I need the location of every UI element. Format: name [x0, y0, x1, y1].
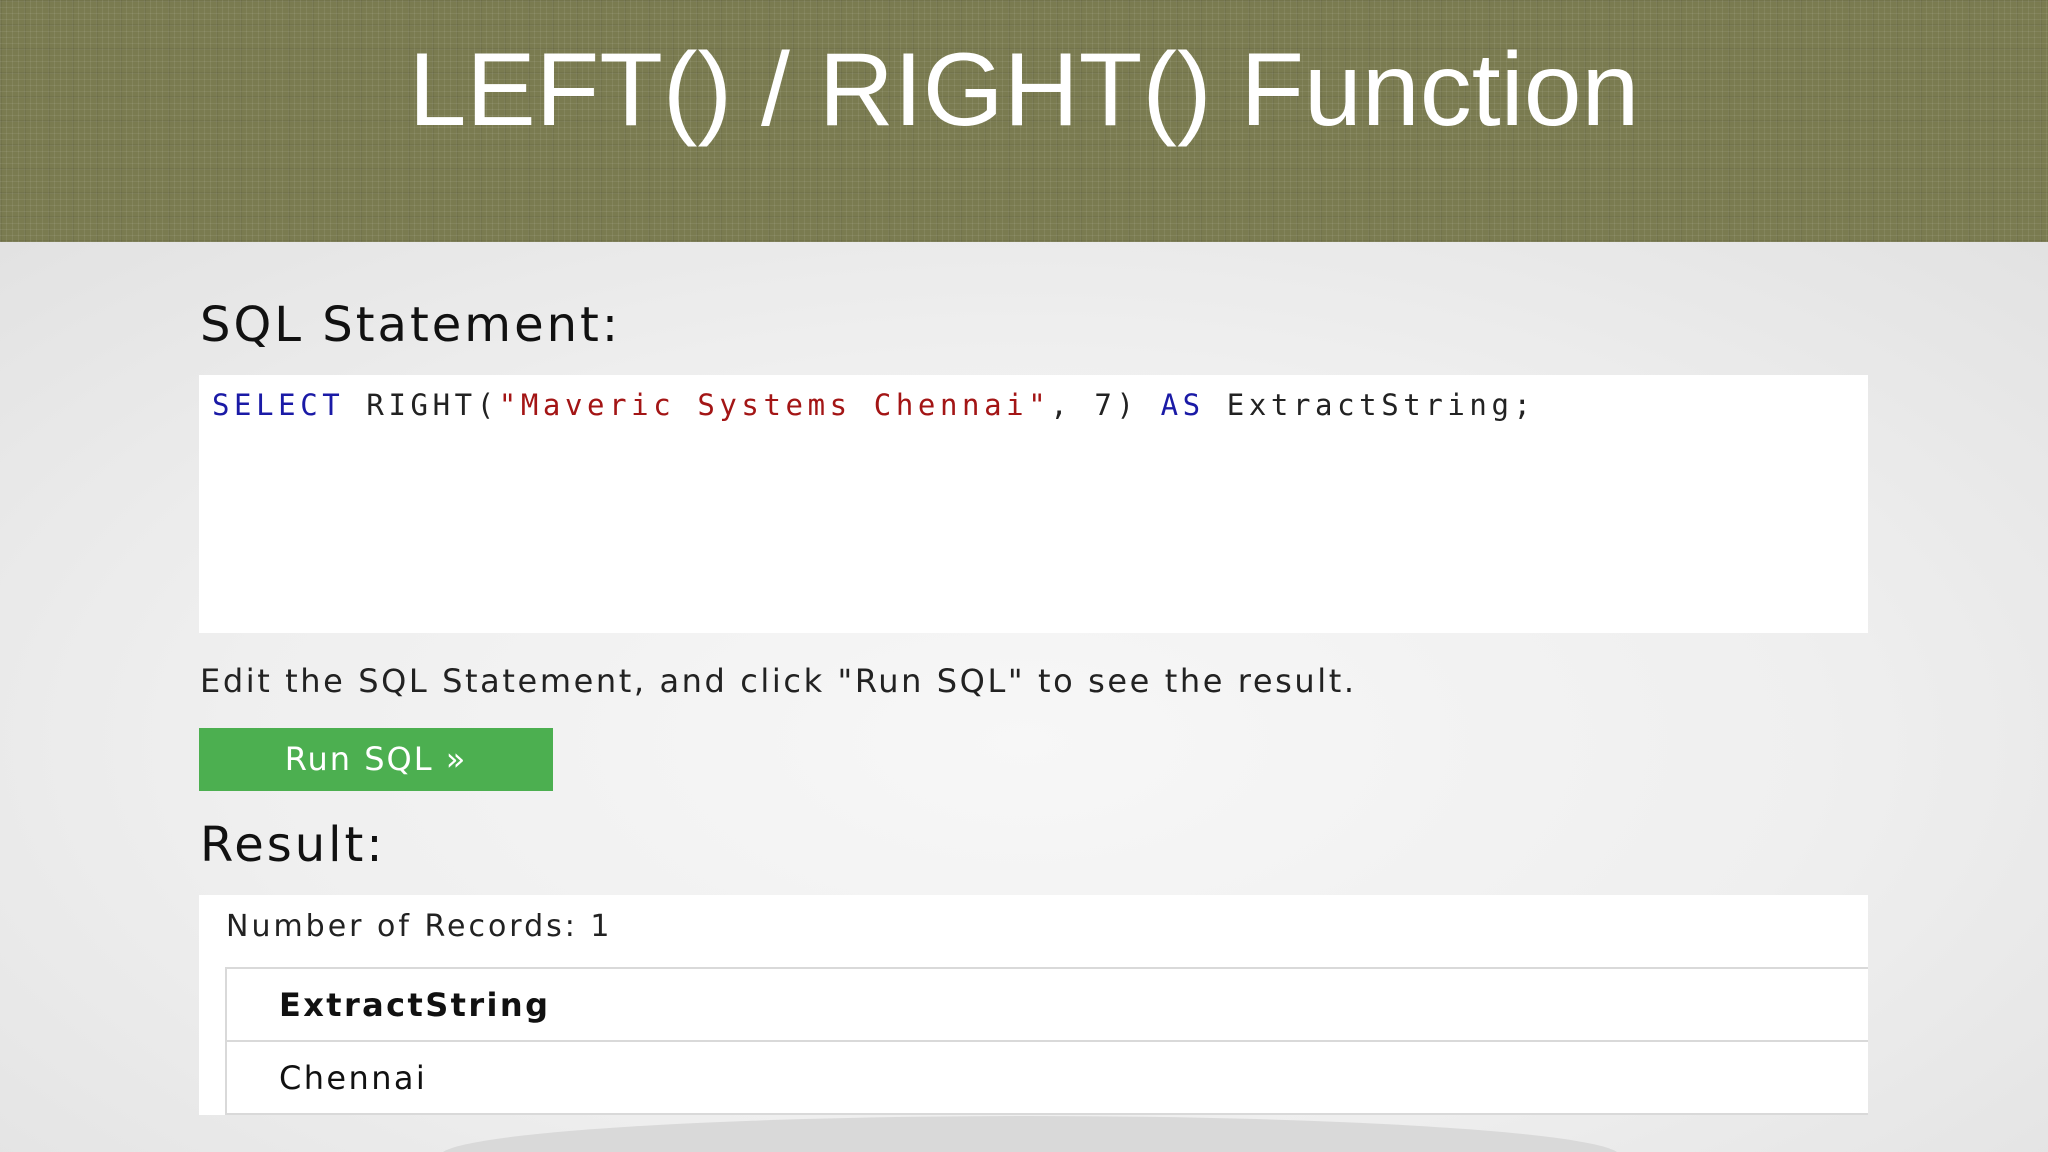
table-cell: Chennai [225, 1040, 1868, 1115]
result-heading: Result: [200, 817, 386, 873]
table-header-row: ExtractString [225, 967, 1868, 1041]
instruction-text: Edit the SQL Statement, and click "Run S… [200, 662, 1357, 700]
table-row: Chennai [225, 1040, 1868, 1115]
result-table: ExtractString Chennai [225, 967, 1868, 1115]
sql-editor[interactable]: SELECT RIGHT("Maveric Systems Chennai", … [199, 375, 1868, 633]
slide-title: LEFT() / RIGHT() Function [408, 32, 1640, 148]
function-args: , 7) [1050, 388, 1161, 422]
run-sql-button[interactable]: Run SQL » [199, 728, 553, 791]
records-count: Number of Records: 1 [226, 909, 613, 944]
title-band: LEFT() / RIGHT() Function [0, 0, 2048, 242]
sql-code-line[interactable]: SELECT RIGHT("Maveric Systems Chennai", … [212, 385, 1536, 425]
string-literal: "Maveric Systems Chennai" [498, 388, 1051, 422]
keyword-as: AS [1160, 388, 1205, 422]
column-header: ExtractString [225, 967, 1868, 1041]
keyword-select: SELECT [212, 388, 345, 422]
result-panel: Number of Records: 1 ExtractString Chenn… [199, 895, 1868, 1115]
sql-statement-heading: SQL Statement: [200, 297, 622, 353]
alias-name: ExtractString; [1204, 388, 1536, 422]
function-right: RIGHT( [344, 388, 499, 422]
